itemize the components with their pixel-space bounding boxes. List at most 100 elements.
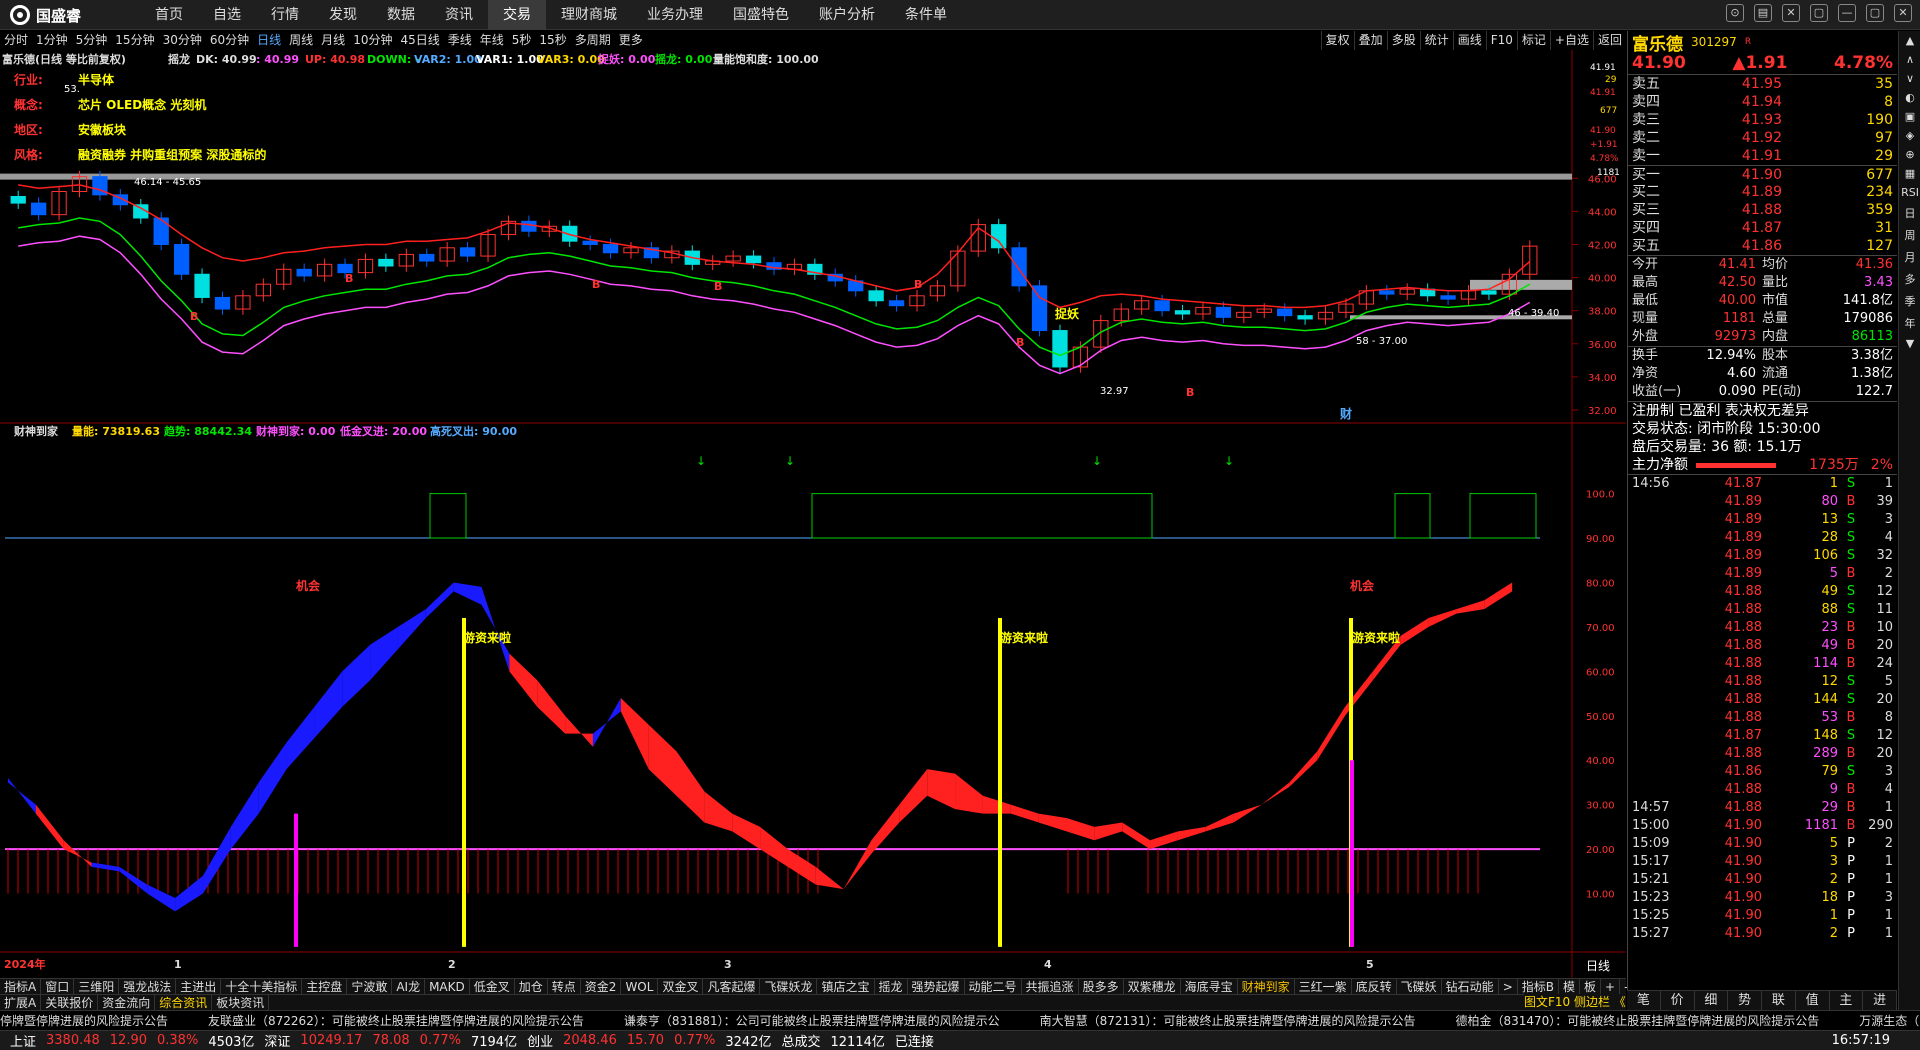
sidebar-icon-3[interactable]: ◐ [1899,88,1920,107]
period-tab-3[interactable]: 15分钟 [111,31,158,50]
period-tab-5[interactable]: 60分钟 [206,31,253,50]
sidebar-icon-5[interactable]: ◈ [1899,126,1920,145]
indicator-tab-2[interactable]: 三维阳 [74,979,120,994]
orderbook-row[interactable]: 卖二 41.92 97 [1628,129,1897,147]
indicator-tab-35[interactable]: + [1601,979,1621,994]
orderbook-row[interactable]: 买二 41.89 234 [1628,183,1897,201]
indicator-tab-25[interactable]: 海底寻宝 [1181,979,1238,994]
chart-tool-1[interactable]: 叠加 [1353,31,1387,50]
period-tab-10[interactable]: 45日线 [396,31,443,50]
menu-item-9[interactable]: 国盛特色 [718,0,804,30]
chart-tool-5[interactable]: F10 [1485,31,1517,50]
sidebar-icon-0[interactable]: ▲ [1899,31,1920,50]
sidebar-icon-11[interactable]: 月 [1899,246,1920,268]
indicator-tab-3[interactable]: 强龙战法 [119,979,177,994]
menu-item-7[interactable]: 理财商城 [546,0,632,30]
indicator-tab-16[interactable]: 凡客起爆 [703,979,761,994]
chart-tool-8[interactable]: 返回 [1592,31,1626,50]
news-item[interactable]: 万源生态（836 [1859,1014,1920,1028]
period-tab-8[interactable]: 月线 [317,31,349,50]
quote-tab-4[interactable]: 联 [1762,991,1796,1010]
orderbook-row[interactable]: 卖五 41.95 35 [1628,75,1897,93]
orderbook-row[interactable]: 买四 41.87 31 [1628,219,1897,237]
period-tab-1[interactable]: 1分钟 [32,31,72,50]
indicator-tab-17[interactable]: 飞碟妖龙 [760,979,818,994]
menu-item-3[interactable]: 发现 [314,0,372,30]
window-control-icon-3[interactable]: ▢ [1810,4,1828,22]
chart-tool-0[interactable]: 复权 [1320,31,1354,50]
period-tab-2[interactable]: 5分钟 [72,31,112,50]
indicator-tab-7[interactable]: 宁波敢 [347,979,393,994]
menu-item-4[interactable]: 数据 [372,0,430,30]
sidebar-icon-14[interactable]: 年 [1899,312,1920,334]
window-control-icon-2[interactable]: ✕ [1782,4,1800,22]
period-tab-7[interactable]: 周线 [285,31,317,50]
quote-tab-3[interactable]: 势 [1728,991,1762,1010]
window-control-icon-1[interactable]: ▤ [1754,4,1772,22]
window-control-icon-4[interactable]: — [1838,4,1856,22]
indicator-tab-19[interactable]: 摇龙 [875,979,908,994]
indicator-tab-8[interactable]: AI龙 [392,979,426,994]
indicator-tab-29[interactable]: 飞碟妖 [1397,979,1442,994]
sidebar-icon-2[interactable]: ∨ [1899,69,1920,88]
indicator-tab-6[interactable]: 主控盘 [302,979,348,994]
period-tab-16[interactable]: 更多 [615,31,647,50]
sidebar-icon-15[interactable]: ▼ [1899,334,1920,353]
sidebar-icon-8[interactable]: RSI [1899,183,1920,202]
chart-tool-3[interactable]: 统计 [1419,31,1453,50]
window-control-icon-5[interactable]: ▢ [1866,4,1884,22]
indicator-tab-23[interactable]: 股多多 [1079,979,1124,994]
menu-item-6[interactable]: 交易 [488,0,546,30]
period-tab-15[interactable]: 多周期 [571,31,615,50]
indicator-tab-27[interactable]: 三红一紫 [1295,979,1352,994]
menu-item-5[interactable]: 资讯 [430,0,488,30]
period-tab-11[interactable]: 季线 [444,31,476,50]
indicator-tab-26[interactable]: 财神到家 [1238,979,1295,994]
menu-item-0[interactable]: 首页 [140,0,198,30]
orderbook-row[interactable]: 买五 41.86 127 [1628,237,1897,255]
sidebar-icon-10[interactable]: 周 [1899,224,1920,246]
sidebar-icon-4[interactable]: ▣ [1899,107,1920,126]
indicator-tab-4[interactable]: 主进出 [176,979,222,994]
quote-tab-5[interactable]: 值 [1796,991,1830,1010]
extension-tab-0[interactable]: 扩展A [0,995,42,1010]
quote-tab-1[interactable]: 价 [1661,991,1695,1010]
extension-tab-4[interactable]: 板块资讯 [212,995,270,1010]
chart-tool-7[interactable]: +自选 [1549,31,1593,50]
indicator-tab-10[interactable]: 低金叉 [470,979,515,994]
indicator-tab-9[interactable]: MAKD [425,979,470,994]
indicator-tab-22[interactable]: 共振追涨 [1022,979,1079,994]
indicator-tab-14[interactable]: WOL [621,979,659,994]
period-tab-6[interactable]: 日线 [253,31,285,50]
indicator-tab-15[interactable]: 双金叉 [658,979,704,994]
news-item[interactable]: 谦泰亨（831881）：公司可能被终止股票挂牌暨停牌进展的风险提示公 [624,1014,1000,1028]
news-item[interactable]: 友联盛业（872262）：可能被终止股票挂牌暨停牌进展的风险提示公告 [208,1014,584,1028]
extension-tab-1[interactable]: 关联报价 [41,995,99,1010]
indicator-tab-32[interactable]: 指标B [1518,979,1559,994]
period-indicator[interactable]: 日线 [1586,959,1610,973]
orderbook-row[interactable]: 买一 41.90 677 [1628,165,1897,183]
quote-tab-7[interactable]: 进 [1863,991,1897,1010]
indicator-tab-20[interactable]: 强势起爆 [908,979,965,994]
sidebar-icon-12[interactable]: 多 [1899,268,1920,290]
news-item[interactable]: 南大智慧（872131）：可能被终止股票挂牌暨停牌进展的风险提示公告 [1040,1014,1416,1028]
period-tab-14[interactable]: 15秒 [535,31,570,50]
extension-tab-3[interactable]: 综合资讯 [155,995,213,1010]
quote-tab-6[interactable]: 主 [1830,991,1864,1010]
sidebar-icon-1[interactable]: ∧ [1899,50,1920,69]
indicator-tab-21[interactable]: 动能二号 [965,979,1022,994]
news-item[interactable]: 停牌暨停牌进展的风险提示公告 [0,1014,168,1028]
news-item[interactable]: 德柏金（831470）：可能被终止股票挂牌暨停牌进展的风险提示公告 [1455,1014,1819,1028]
menu-item-8[interactable]: 业务办理 [632,0,718,30]
indicator-tab-31[interactable]: > [1499,979,1518,994]
orderbook-row[interactable]: 买三 41.88 359 [1628,201,1897,219]
sidebar-icon-13[interactable]: 季 [1899,290,1920,312]
indicator-tab-24[interactable]: 双紫穗龙 [1124,979,1181,994]
quote-tab-2[interactable]: 细 [1695,991,1729,1010]
orderbook-row[interactable]: 卖一 41.91 29 [1628,147,1897,165]
window-control-icon-6[interactable]: ✕ [1894,4,1912,22]
period-tab-0[interactable]: 分时 [0,31,32,50]
indicator-tab-34[interactable]: 板 [1580,979,1602,994]
period-tab-4[interactable]: 30分钟 [159,31,206,50]
period-tab-12[interactable]: 年线 [476,31,508,50]
